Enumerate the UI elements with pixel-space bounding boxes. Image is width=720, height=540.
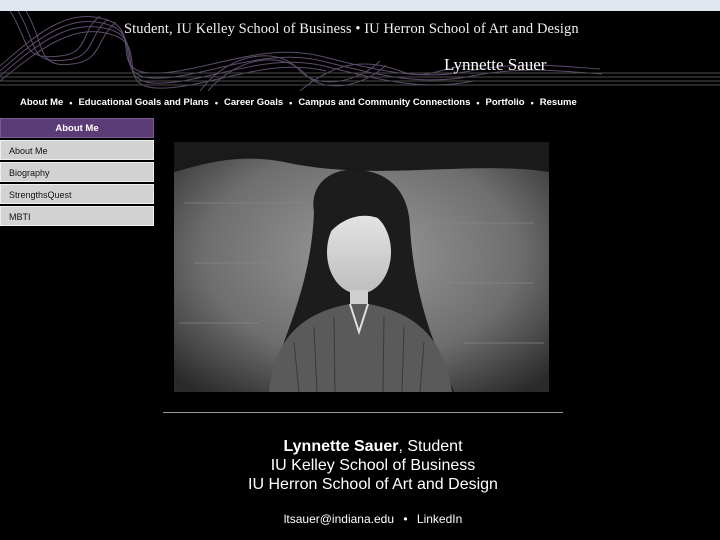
nav-portfolio[interactable]: Portfolio (486, 97, 525, 108)
footer-role: , Student (398, 438, 463, 455)
top-navigation: About Me • Educational Goals and Plans •… (20, 97, 577, 108)
nav-separator: • (530, 97, 534, 108)
footer-school-2: IU Herron School of Art and Design (248, 476, 498, 493)
contact-links: ltsauer@indiana.edu • LinkedIn (160, 512, 586, 526)
sidebar-heading[interactable]: About Me (0, 118, 154, 138)
portrait-image (174, 142, 549, 392)
nav-campus-community[interactable]: Campus and Community Connections (298, 97, 470, 108)
contact-separator: • (403, 512, 408, 526)
sidebar-item-biography[interactable]: Biography (0, 162, 154, 182)
site-header: Student, IU Kelley School of Business • … (0, 11, 720, 91)
nav-separator: • (69, 97, 73, 108)
site-name: Lynnette Sauer (444, 55, 547, 74)
browser-top-strip (0, 0, 720, 11)
profile-photo (174, 142, 549, 392)
linkedin-link[interactable]: LinkedIn (417, 512, 462, 526)
nav-separator: • (476, 97, 480, 108)
sidebar-item-strengthsquest[interactable]: StrengthsQuest (0, 184, 154, 204)
nav-about-me[interactable]: About Me (20, 97, 63, 108)
sidebar-menu: About Me About Me Biography StrengthsQue… (0, 118, 154, 226)
header-tagline: Student, IU Kelley School of Business • … (124, 21, 579, 37)
footer-school-1: IU Kelley School of Business (270, 457, 476, 474)
sidebar-item-mbti[interactable]: MBTI (0, 206, 154, 226)
footer-info: Lynnette Sauer, Student IU Kelley School… (160, 437, 586, 494)
nav-separator: • (289, 97, 293, 108)
nav-separator: • (214, 97, 218, 108)
nav-career-goals[interactable]: Career Goals (224, 97, 283, 108)
footer-name-line: Lynnette Sauer, Student (160, 437, 586, 456)
content-divider (163, 412, 563, 413)
footer-name: Lynnette Sauer (283, 438, 399, 455)
sidebar-item-about-me[interactable]: About Me (0, 140, 154, 160)
nav-educational-goals[interactable]: Educational Goals and Plans (78, 97, 208, 108)
nav-resume[interactable]: Resume (540, 97, 577, 108)
email-link[interactable]: ltsauer@indiana.edu (284, 512, 394, 526)
